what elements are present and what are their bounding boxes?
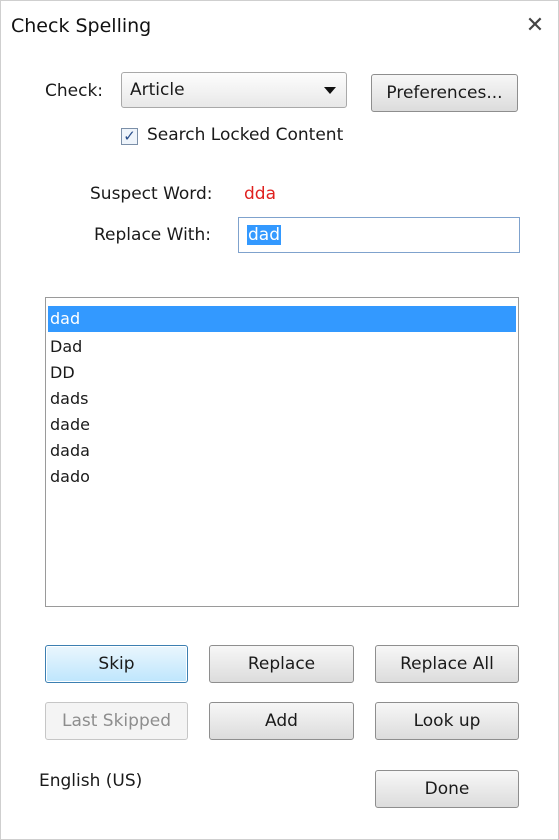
check-label: Check: [45, 81, 104, 101]
language-label: English (US) [39, 771, 143, 791]
done-button[interactable]: Done [375, 770, 519, 808]
title-bar: Check Spelling ✕ [1, 1, 558, 53]
search-locked-label: Search Locked Content [147, 125, 344, 145]
replace-with-value: dad [247, 225, 281, 245]
skip-button[interactable]: Skip [45, 645, 188, 683]
suggestion-item[interactable]: dad [48, 306, 516, 332]
replace-all-button[interactable]: Replace All [375, 645, 519, 683]
replace-with-label: Replace With: [94, 225, 211, 245]
suspect-word-value: dda [244, 184, 276, 204]
search-locked-checkbox[interactable]: ✓ [121, 128, 138, 145]
check-dropdown-value: Article [130, 80, 185, 100]
last-skipped-button: Last Skipped [45, 702, 188, 740]
suggestion-item[interactable]: dada [48, 438, 516, 464]
suggestion-item[interactable]: dado [48, 464, 516, 490]
suggestions-list[interactable]: dad Dad DD dads dade dada dado [45, 297, 519, 607]
replace-with-input[interactable]: dad [238, 217, 520, 253]
add-button[interactable]: Add [209, 702, 354, 740]
replace-button[interactable]: Replace [209, 645, 354, 683]
check-spelling-dialog: Check Spelling ✕ Check: Article Preferen… [0, 0, 559, 840]
suggestion-item[interactable]: dade [48, 412, 516, 438]
suggestion-item[interactable]: Dad [48, 334, 516, 360]
dropdown-arrow-icon [324, 87, 336, 94]
suggestion-item[interactable]: DD [48, 360, 516, 386]
suspect-word-label: Suspect Word: [90, 184, 213, 204]
close-icon[interactable]: ✕ [522, 13, 548, 39]
preferences-button[interactable]: Preferences... [371, 74, 518, 112]
check-dropdown[interactable]: Article [121, 72, 347, 108]
dialog-title: Check Spelling [11, 15, 152, 37]
look-up-button[interactable]: Look up [375, 702, 519, 740]
suggestion-item[interactable]: dads [48, 386, 516, 412]
